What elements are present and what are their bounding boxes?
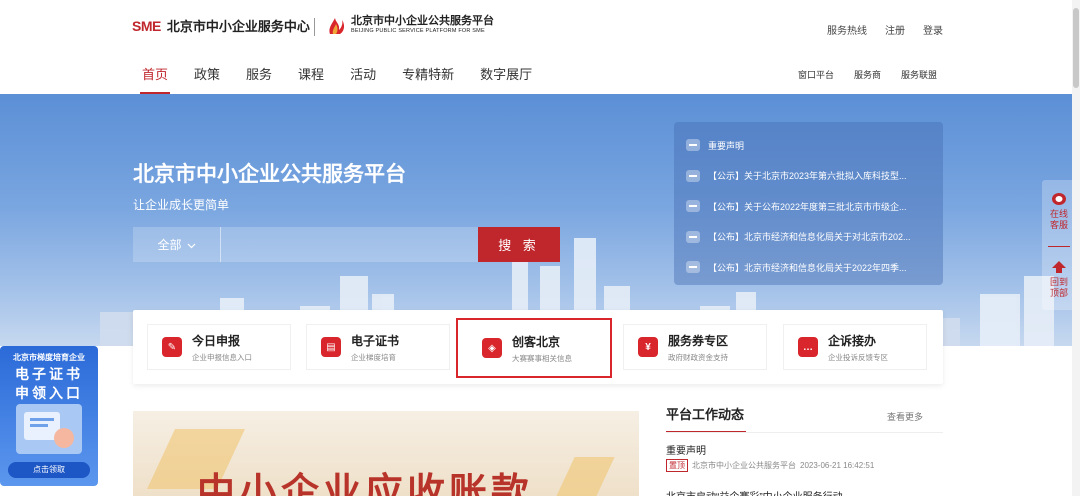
notice-item[interactable]: 【公布】关于公布2022年度第三批北京市市级企... (686, 191, 931, 222)
nav-service[interactable]: 服务 (246, 64, 272, 94)
headset-icon (1052, 193, 1066, 205)
certificate-icon: ▤ (321, 337, 341, 357)
arrow-up-icon (1052, 261, 1066, 273)
search-bar: 全部 搜 索 (133, 227, 560, 262)
platform-name: 北京市中小企业公共服务平台 (351, 15, 494, 27)
top-header: SME 北京市中小企业服务中心 北京市中小企业公共服务平台 BEIJING PU… (0, 0, 1080, 94)
search-category-value: 全部 (157, 238, 182, 252)
toolbar-divider (1048, 246, 1070, 247)
card-title: 创客北京 (512, 334, 561, 349)
news-item-title[interactable]: 重要声明 (666, 442, 706, 457)
claim-button[interactable]: 点击领取 (8, 462, 90, 478)
notice-item[interactable]: 重要声明 (686, 130, 931, 161)
notice-panel: 重要声明 【公示】关于北京市2023年第六批拟入库科技型... 【公布】关于公布… (674, 122, 943, 285)
notice-text: 【公布】北京市经济和信息化局关于对北京市202... (708, 232, 911, 243)
top-links: 服务热线 注册 登录 (827, 22, 943, 37)
back-to-top-label: 回到顶部 (1049, 277, 1068, 298)
card-title: 今日申报 (192, 333, 241, 348)
scrollbar-thumb[interactable] (1073, 8, 1079, 88)
banner-title: 中小企业应收账款 (197, 472, 534, 496)
message-icon (686, 169, 700, 182)
nav-course[interactable]: 课程 (298, 64, 324, 94)
hero-banner: 北京市中小企业公共服务平台 让企业成长更简单 全部 搜 索 重要声明 【公示】关… (0, 94, 1080, 346)
card-title: 电子证书 (351, 333, 400, 348)
news-item-title[interactable]: 北京市启动“益企赛彩”中小企业服务行动 (666, 488, 843, 496)
notice-text: 重要声明 (708, 140, 745, 151)
nav-policy[interactable]: 政策 (194, 64, 220, 94)
org-name: 北京市中小企业服务中心 (166, 19, 310, 34)
message-icon (686, 261, 700, 274)
message-icon (686, 200, 700, 213)
news-time: 2023-06-21 16:42:51 (800, 461, 875, 470)
login-link[interactable]: 登录 (923, 22, 943, 37)
card-title: 企诉接办 (828, 333, 877, 348)
news-item-meta: 置顶 北京市中小企业公共服务平台 2023-06-21 16:42:51 (666, 459, 874, 472)
platform-name-en: BEIJING PUBLIC SERVICE PLATFORM FOR SME (351, 28, 485, 34)
maker-icon: ◈ (482, 338, 502, 358)
card-title: 服务券专区 (668, 333, 729, 348)
window-platform-link[interactable]: 窗口平台 (798, 68, 834, 81)
sme-logo-mark: SME (132, 17, 161, 34)
notice-text: 【公布】关于公布2022年度第三批北京市市级企... (708, 201, 907, 212)
notice-text: 【公布】北京市经济和信息化局关于2022年四季... (708, 262, 907, 273)
float-ad-top-text: 北京市梯度培育企业 (13, 353, 85, 362)
nav-home[interactable]: 首页 (139, 64, 171, 94)
float-ad-title-1: 电子证书 (15, 366, 83, 382)
news-divider (666, 432, 943, 433)
flame-logo-icon (329, 18, 345, 34)
card-certificate[interactable]: ▤ 电子证书 企业梯度培育 (306, 324, 450, 370)
online-service-label: 在线客服 (1049, 209, 1068, 230)
news-section: 平台工作动态 查看更多 重要声明 置顶 北京市中小企业公共服务平台 2023-0… (666, 404, 943, 496)
card-maker-beijing[interactable]: ◈ 创客北京 大赛赛事相关信息 (456, 318, 612, 378)
card-desc: 企业申报信息入口 (192, 352, 252, 362)
nav-activity[interactable]: 活动 (350, 64, 376, 94)
certificate-float-ad[interactable]: 北京市梯度培育企业 电子证书 申领入口 点击领取 (0, 346, 98, 486)
card-complaint[interactable]: … 企诉接办 企业投诉反馈专区 (783, 324, 927, 370)
hero-title: 北京市中小企业公共服务平台 (133, 163, 406, 186)
sme-logo[interactable]: SME 北京市中小企业服务中心 (132, 16, 310, 35)
notice-item[interactable]: 【公布】北京市经济和信息化局关于2022年四季... (686, 252, 931, 283)
back-to-top-button[interactable]: 回到顶部 (1042, 260, 1076, 299)
voucher-icon: ¥ (638, 337, 658, 357)
online-service-button[interactable]: 在线客服 (1042, 192, 1076, 231)
right-float-toolbar: 在线客服 回到顶部 (1042, 180, 1076, 310)
news-more-link[interactable]: 查看更多 (887, 410, 923, 423)
register-link[interactable]: 注册 (885, 22, 905, 37)
search-button[interactable]: 搜 索 (478, 227, 560, 262)
card-desc: 政府财政资金支持 (668, 352, 728, 362)
card-declare[interactable]: ✎ 今日申报 企业申报信息入口 (147, 324, 291, 370)
nav-right-links: 窗口平台 服务商 服务联盟 (798, 68, 937, 81)
service-provider-link[interactable]: 服务商 (854, 68, 881, 81)
hero-subtitle: 让企业成长更简单 (133, 198, 230, 212)
hotline-link[interactable]: 服务热线 (827, 22, 867, 37)
notice-item[interactable]: 【公布】北京市经济和信息化局关于对北京市202... (686, 222, 931, 253)
service-cards: ✎ 今日申报 企业申报信息入口 ▤ 电子证书 企业梯度培育 ◈ 创客北京 大赛赛… (133, 310, 943, 384)
search-category-select[interactable]: 全部 (133, 227, 221, 262)
message-icon (686, 230, 700, 243)
main-nav: 首页 政策 服务 课程 活动 专精特新 数字展厅 (139, 64, 558, 94)
chevron-down-icon (187, 238, 196, 252)
nav-specialized[interactable]: 专精特新 (402, 64, 454, 94)
card-desc: 企业投诉反馈专区 (828, 352, 888, 362)
logo-divider (314, 18, 315, 36)
pinned-badge: 置顶 (666, 459, 688, 472)
card-desc: 企业梯度培育 (351, 352, 396, 362)
declare-icon: ✎ (162, 337, 182, 357)
float-ad-title-2: 申领入口 (15, 385, 83, 401)
card-voucher[interactable]: ¥ 服务券专区 政府财政资金支持 (623, 324, 767, 370)
promo-banner[interactable]: 中小企业应收账款 (133, 411, 639, 496)
news-source: 北京市中小企业公共服务平台 (692, 461, 796, 470)
nav-digital-hall[interactable]: 数字展厅 (480, 64, 532, 94)
search-input[interactable] (221, 227, 478, 262)
banner-decoration (551, 457, 615, 496)
certificate-illustration-icon (16, 404, 82, 454)
page-scrollbar[interactable] (1072, 0, 1080, 496)
service-alliance-link[interactable]: 服务联盟 (901, 68, 937, 81)
card-desc: 大赛赛事相关信息 (512, 353, 572, 363)
notice-item[interactable]: 【公示】关于北京市2023年第六批拟入库科技型... (686, 161, 931, 192)
complaint-icon: … (798, 337, 818, 357)
message-icon (686, 139, 700, 152)
platform-logo[interactable]: 北京市中小企业公共服务平台 BEIJING PUBLIC SERVICE PLA… (326, 14, 494, 36)
notice-text: 【公示】关于北京市2023年第六批拟入库科技型... (708, 171, 907, 182)
